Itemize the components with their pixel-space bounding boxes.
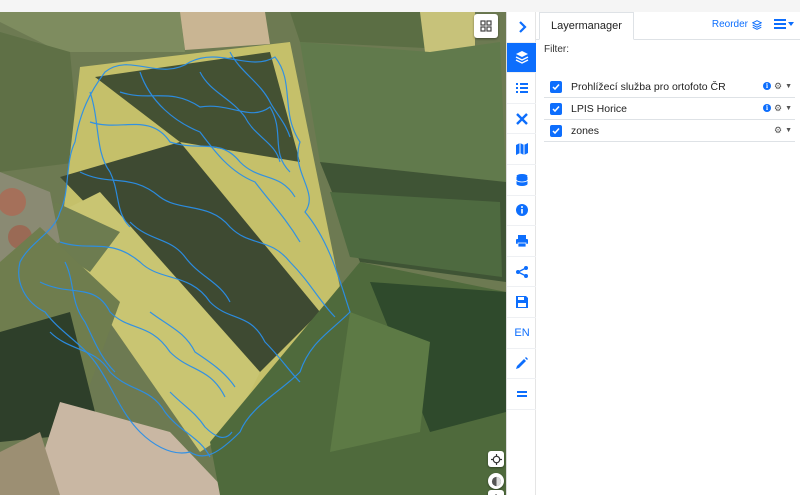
zoom-in-button[interactable]: + xyxy=(488,490,504,495)
reorder-label: Reorder xyxy=(711,19,748,30)
check-icon xyxy=(552,105,560,112)
grid-icon[interactable] xyxy=(474,14,498,38)
locate-icon[interactable] xyxy=(488,451,504,467)
compass-icon[interactable] xyxy=(488,473,504,489)
panel-menu-button[interactable] xyxy=(774,19,794,29)
layer-checkbox[interactable] xyxy=(550,102,562,115)
reorder-button[interactable]: Reorder xyxy=(712,19,762,30)
layer-checkbox[interactable] xyxy=(550,124,562,137)
list-item[interactable]: zones ⚙ ▼ xyxy=(544,120,795,142)
layermanager-panel: Layermanager Reorder Filter: Prohlížecí … xyxy=(536,12,800,495)
map-icon[interactable] xyxy=(507,134,537,165)
layer-name: zones xyxy=(571,124,600,137)
settings-icon[interactable]: ⚙ xyxy=(774,103,782,113)
info-icon[interactable]: i xyxy=(762,104,771,112)
settings-icon[interactable]: ⚙ xyxy=(774,125,782,135)
settings-icon[interactable]: ⚙ xyxy=(774,81,782,91)
tab-layermanager[interactable]: Layermanager xyxy=(539,12,634,40)
layers-stack-icon xyxy=(752,19,762,30)
chevron-down-icon[interactable]: ▼ xyxy=(785,83,792,90)
list-item[interactable]: Prohlížecí služba pro ortofoto ČR i ⚙ ▼ xyxy=(544,76,795,98)
side-toolbar: EN xyxy=(506,12,537,495)
language-button[interactable]: EN xyxy=(507,318,537,349)
filter-label: Filter: xyxy=(544,44,569,55)
save-icon[interactable] xyxy=(507,287,537,318)
info-icon[interactable] xyxy=(507,196,537,227)
hamburger-icon xyxy=(774,19,786,29)
layers-icon[interactable] xyxy=(507,42,537,74)
layer-name: LPIS Horice xyxy=(571,102,628,115)
check-icon xyxy=(552,127,560,134)
equals-menu-icon[interactable] xyxy=(507,379,537,410)
chevron-down-icon[interactable]: ▼ xyxy=(785,127,792,134)
legend-list-icon[interactable] xyxy=(507,73,537,104)
map-view[interactable]: + xyxy=(0,12,506,495)
panel-header: Layermanager Reorder xyxy=(536,12,800,40)
list-item[interactable]: LPIS Horice i ⚙ ▼ xyxy=(544,98,795,120)
chevron-down-icon[interactable]: ▼ xyxy=(785,105,792,112)
share-icon[interactable] xyxy=(507,257,537,288)
check-icon xyxy=(552,83,560,90)
top-bar xyxy=(0,0,800,12)
print-icon[interactable] xyxy=(507,226,537,257)
layer-name: Prohlížecí služba pro ortofoto ČR xyxy=(571,80,726,93)
collapse-chevron-icon[interactable] xyxy=(507,12,537,43)
measure-cross-icon[interactable] xyxy=(507,104,537,135)
layer-list: Prohlížecí služba pro ortofoto ČR i ⚙ ▼ … xyxy=(544,76,795,142)
database-icon[interactable] xyxy=(507,165,537,196)
layer-checkbox[interactable] xyxy=(550,80,562,93)
info-icon[interactable]: i xyxy=(762,82,771,90)
ortofoto-layer xyxy=(0,12,506,495)
draw-pencil-icon[interactable] xyxy=(507,349,537,380)
chevron-down-icon xyxy=(788,22,794,26)
